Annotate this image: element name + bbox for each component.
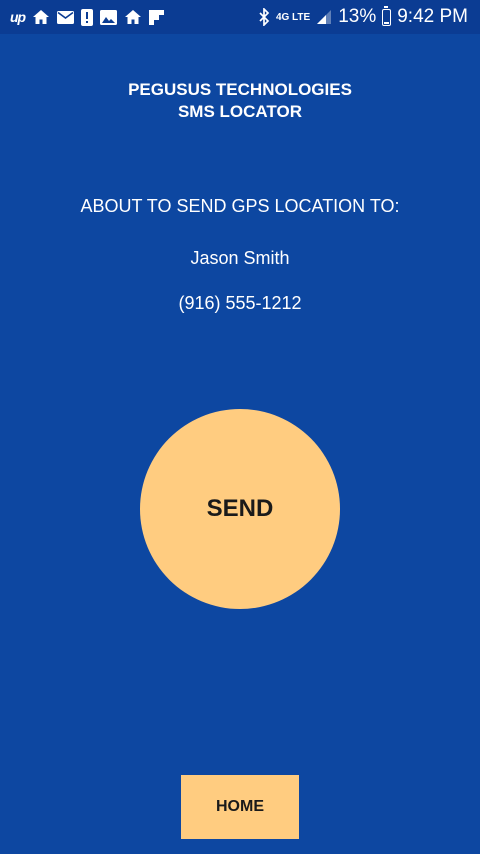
mail-icon [57,10,75,24]
home-icon [32,9,50,25]
contact-phone: (916) 555-1212 [178,293,302,313]
flipboard-icon [149,9,165,25]
app-title-company: PEGUSUS TECHNOLOGIES [128,80,352,99]
send-button-label: SEND [206,495,274,522]
clock: 9:42 PM [397,6,468,27]
home-button-label: HOME [216,798,264,815]
app-title-product: SMS LOCATOR [177,102,303,121]
signal-icon [316,9,332,25]
contact-name: Jason Smith [190,248,290,268]
system-icons: 4G LTE 13% 9:42 PM [259,5,468,29]
image-icon [100,9,118,25]
battery-icon [382,5,392,26]
bluetooth-icon [259,8,270,26]
battery-percent: 13% [338,6,377,27]
home-button[interactable]: HOME [181,775,299,839]
status-bar: up 4G LTE 13% 9:42 PM [0,0,480,34]
network-type-label: 4G LTE [275,11,311,23]
home-icon [124,9,142,25]
up-app-icon: up [10,9,26,25]
battery-level-fill [384,21,390,24]
about-to-send-label: ABOUT TO SEND GPS LOCATION TO: [80,196,400,216]
send-button[interactable]: SEND [140,409,340,609]
notification-icons: up [10,6,165,28]
alert-icon [81,8,94,26]
